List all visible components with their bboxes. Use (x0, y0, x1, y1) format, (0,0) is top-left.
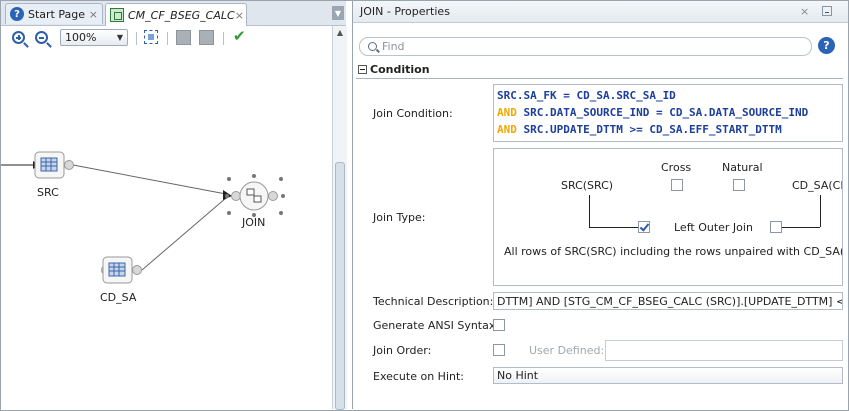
tab-mapping[interactable]: CM_CF_BSEG_CALC × (105, 3, 247, 26)
tab-start-page[interactable]: ? Start Page × (5, 3, 103, 24)
search-icon (368, 42, 377, 51)
left-connector-line (589, 195, 590, 227)
join-type-panel: Cross Natural SRC(SRC) CD_SA(CD Left Out… (493, 148, 843, 286)
left-source-label: SRC(SRC) (561, 179, 614, 192)
join-order-checkbox[interactable] (493, 344, 505, 356)
join-condition-editor[interactable]: SRC.SA_FK = CD_SA.SRC_SA_ID AND SRC.DATA… (493, 84, 843, 142)
user-defined-label: User Defined: (529, 344, 605, 357)
condition-line: SRC.SA_FK = CD_SA.SRC_SA_ID (497, 89, 676, 102)
help-button[interactable]: ? (818, 37, 835, 54)
zoom-value: 100% (65, 31, 97, 44)
collapse-icon[interactable] (358, 64, 367, 74)
execute-on-hint-label: Execute on Hint: (373, 370, 465, 383)
tab-mapping-close-icon[interactable]: × (235, 9, 244, 22)
diagram-svg (1, 151, 285, 284)
connector-cdsa-to-join[interactable] (141, 197, 227, 271)
node-src[interactable] (34, 151, 74, 179)
zoom-select[interactable]: 100% ▼ (60, 29, 128, 46)
join-condition-label: Join Condition: (373, 107, 453, 120)
chevron-down-icon: ▼ (116, 33, 123, 42)
right-source-label: CD_SA(CD (792, 179, 842, 192)
cross-label: Cross (661, 161, 692, 174)
find-placeholder: Find (382, 40, 405, 53)
zoom-in-icon[interactable] (12, 31, 29, 48)
layout-icon[interactable] (176, 30, 191, 45)
node-join[interactable] (225, 174, 285, 217)
properties-title: JOIN - Properties (360, 5, 450, 18)
technical-description-field[interactable]: DTTM] AND [STG_CM_CF_BSEG_CALC (SRC)].[U… (493, 292, 843, 310)
toolbar-separator (223, 32, 224, 45)
left-connector-line (589, 227, 638, 228)
condition-line: AND SRC.DATA_SOURCE_IND = CD_SA.DATA_SOU… (497, 106, 809, 119)
join-type-label: Join Type: (373, 211, 426, 224)
validate-checkmark-icon[interactable]: ✔ (233, 27, 246, 45)
fit-to-window-icon[interactable] (144, 30, 158, 44)
technical-description-label: Technical Description: (373, 295, 494, 308)
mapping-canvas[interactable]: SRC CD_SA JOIN (1, 51, 331, 409)
natural-label: Natural (722, 161, 763, 174)
scroll-up-icon[interactable]: ▲ (333, 26, 347, 39)
tab-mapping-label: CM_CF_BSEG_CALC (128, 8, 235, 22)
natural-join-checkbox[interactable] (733, 179, 745, 191)
node-src-label: SRC (37, 186, 59, 199)
node-cd-sa[interactable] (101, 256, 142, 284)
node-join-label: JOIN (242, 216, 266, 229)
execute-on-hint-value: No Hint (497, 369, 539, 382)
condition-line: AND SRC.UPDATE_DTTM >= CD_SA.EFF_START_D… (497, 123, 782, 136)
cross-join-checkbox[interactable] (671, 179, 683, 191)
generate-ansi-label: Generate ANSI Syntax: (373, 319, 500, 332)
close-icon[interactable]: × (800, 5, 809, 18)
condition-section-header[interactable]: Condition (356, 60, 843, 79)
section-title: Condition (370, 62, 430, 76)
mapping-icon (110, 8, 124, 22)
editor-tab-bar: ? Start Page × CM_CF_BSEG_CALC × ▼ (1, 1, 346, 26)
join-type-description: All rows of SRC(SRC) including the rows … (504, 245, 843, 258)
execute-on-hint-select[interactable]: No Hint (493, 367, 843, 384)
generate-ansi-checkbox[interactable] (493, 319, 505, 331)
left-outer-join-checkbox[interactable] (638, 221, 650, 233)
edit-icon[interactable] (199, 30, 214, 45)
scrollbar-thumb[interactable] (335, 162, 345, 410)
zoom-out-icon[interactable] (35, 31, 52, 48)
toolbar-separator (136, 32, 137, 45)
diagram-toolbar: 100% ▼ ✔ (1, 26, 331, 50)
connector-src-to-join[interactable] (72, 164, 227, 195)
technical-description-value: DTTM] AND [STG_CM_CF_BSEG_CALC (SRC)].[U… (497, 294, 843, 308)
properties-header: JOIN - Properties × (353, 1, 848, 23)
properties-panel: JOIN - Properties × Find ? Condition Joi… (352, 1, 848, 409)
minimize-icon[interactable] (822, 6, 832, 16)
mapping-editor: ? Start Page × CM_CF_BSEG_CALC × ▼ 100% … (1, 1, 347, 410)
right-connector-line (820, 195, 821, 227)
tab-start-page-close-icon[interactable]: × (89, 8, 98, 21)
help-icon: ? (10, 7, 24, 21)
tab-list-dropdown-icon[interactable]: ▼ (332, 6, 344, 20)
join-order-label: Join Order: (373, 344, 432, 357)
toolbar-separator (167, 32, 168, 45)
user-defined-input[interactable] (605, 340, 843, 361)
left-outer-join-label: Left Outer Join (674, 221, 753, 234)
tab-start-page-label: Start Page (28, 7, 85, 21)
canvas-vertical-scrollbar[interactable]: ▲ (332, 26, 347, 410)
find-input[interactable]: Find (359, 37, 812, 56)
node-cd-sa-label: CD_SA (100, 291, 137, 304)
right-outer-join-checkbox[interactable] (770, 221, 782, 233)
right-connector-line (782, 227, 820, 228)
